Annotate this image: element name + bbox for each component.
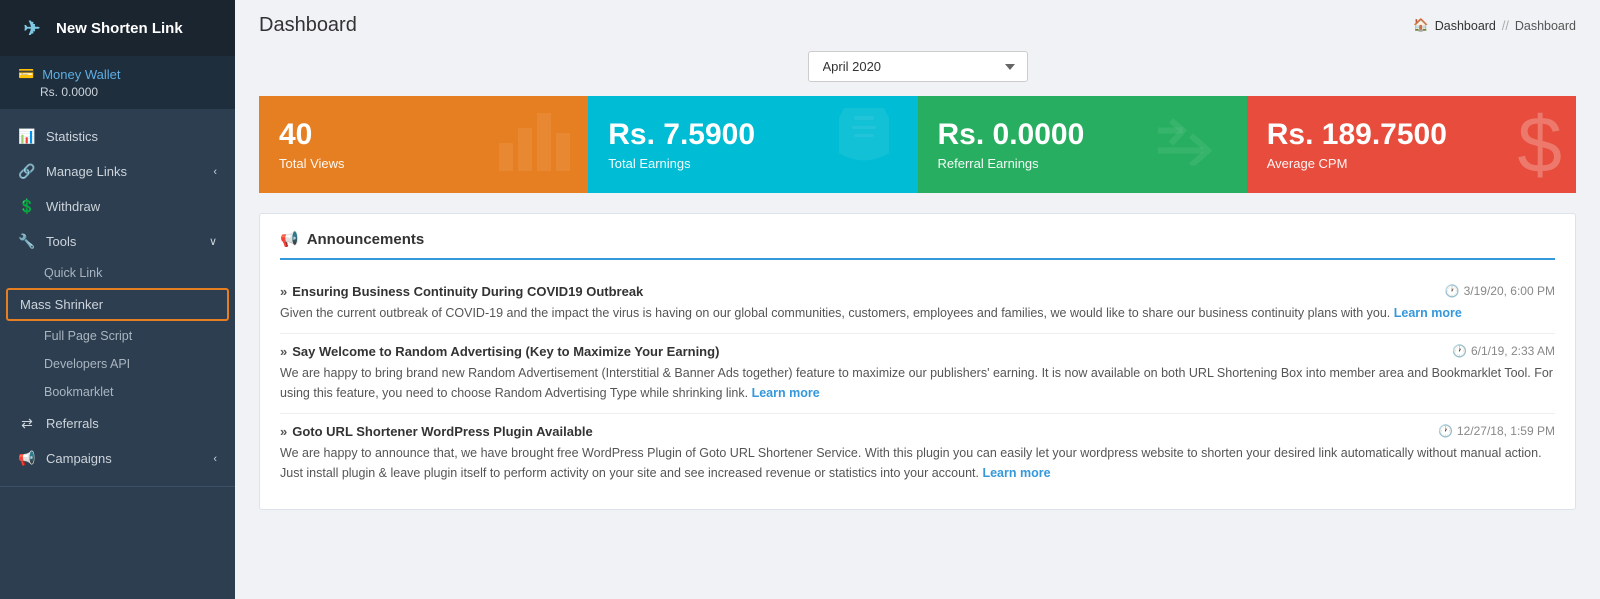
announcement-3-learn-more[interactable]: Learn more <box>982 466 1050 480</box>
announcement-3: Goto URL Shortener WordPress Plugin Avai… <box>280 414 1555 493</box>
sidebar-item-bookmarklet[interactable]: Bookmarklet <box>0 378 235 406</box>
announcements-panel: 📢 Announcements Ensuring Business Contin… <box>259 213 1576 510</box>
announcement-1-body: Given the current outbreak of COVID-19 a… <box>280 304 1555 323</box>
campaigns-icon: 📢 <box>18 450 36 467</box>
stat-card-referral-earnings: Rs. 0.0000 Referral Earnings <box>918 96 1247 193</box>
main-content: Dashboard 🏠 Dashboard // Dashboard Janua… <box>235 0 1600 599</box>
sidebar-item-manage-links[interactable]: 🔗 Manage Links ‹ <box>0 154 235 189</box>
announcement-2: Say Welcome to Random Advertising (Key t… <box>280 334 1555 414</box>
megaphone-icon: 📢 <box>280 230 299 248</box>
tools-icon: 🔧 <box>18 233 36 250</box>
total-views-label: Total Views <box>279 156 345 171</box>
sidebar-item-withdraw[interactable]: 💲 Withdraw <box>0 189 235 224</box>
nav-section: 📊 Statistics 🔗 Manage Links ‹ 💲 Withdraw… <box>0 109 235 487</box>
announcement-1-title: Ensuring Business Continuity During COVI… <box>280 284 643 299</box>
breadcrumb-current: Dashboard <box>1515 19 1576 33</box>
total-views-icon <box>494 103 574 187</box>
total-earnings-label: Total Earnings <box>608 156 755 171</box>
sidebar: ✈ New Shorten Link 💳 Money Wallet Rs. 0.… <box>0 0 235 599</box>
brand-name: New Shorten Link <box>56 20 183 37</box>
stat-card-total-earnings: Rs. 7.5900 Total Earnings <box>588 96 917 193</box>
announcement-1-date: 🕐 3/19/20, 6:00 PM <box>1445 284 1555 298</box>
sidebar-item-mass-shrinker[interactable]: Mass Shrinker <box>6 288 229 321</box>
sidebar-item-developers-api[interactable]: Developers API <box>0 350 235 378</box>
topbar: Dashboard 🏠 Dashboard // Dashboard <box>235 0 1600 45</box>
clock-icon-1: 🕐 <box>1445 284 1460 298</box>
announcement-3-body: We are happy to announce that, we have b… <box>280 444 1555 483</box>
announcement-2-title: Say Welcome to Random Advertising (Key t… <box>280 344 719 359</box>
sidebar-header: ✈ New Shorten Link <box>0 0 235 56</box>
chevron-down-icon: ∨ <box>209 235 217 248</box>
breadcrumb-link[interactable]: Dashboard <box>1435 19 1496 33</box>
sidebar-item-statistics[interactable]: 📊 Statistics <box>0 119 235 154</box>
date-select[interactable]: January 2020 February 2020 March 2020 Ap… <box>808 51 1028 82</box>
announcement-2-body: We are happy to bring brand new Random A… <box>280 364 1555 403</box>
chevron-right-icon-2: ‹ <box>213 453 217 465</box>
sidebar-item-full-page-script[interactable]: Full Page Script <box>0 322 235 350</box>
stats-cards: 40 Total Views Rs. 7.5900 Total Earnings <box>259 96 1576 193</box>
announcement-1-learn-more[interactable]: Learn more <box>1394 306 1462 320</box>
total-views-number: 40 <box>279 118 345 151</box>
referrals-icon: ⇄ <box>18 415 36 432</box>
manage-links-icon: 🔗 <box>18 163 36 180</box>
clock-icon-2: 🕐 <box>1452 344 1467 358</box>
sidebar-item-campaigns[interactable]: 📢 Campaigns ‹ <box>0 441 235 476</box>
chevron-right-icon: ‹ <box>213 166 217 178</box>
wallet-icon: 💳 <box>18 66 34 82</box>
stat-card-average-cpm: Rs. 189.7500 Average CPM $ <box>1247 96 1576 193</box>
date-filter-row: January 2020 February 2020 March 2020 Ap… <box>235 45 1600 96</box>
referral-earnings-icon <box>1153 110 1233 179</box>
page-title: Dashboard <box>259 14 357 37</box>
statistics-icon: 📊 <box>18 128 36 145</box>
sidebar-item-quick-link[interactable]: Quick Link <box>0 259 235 287</box>
wallet-label[interactable]: 💳 Money Wallet <box>18 66 217 82</box>
average-cpm-label: Average CPM <box>1267 156 1447 171</box>
announcements-header: 📢 Announcements <box>280 230 1555 260</box>
withdraw-icon: 💲 <box>18 198 36 215</box>
total-earnings-icon <box>824 98 904 192</box>
announcement-1: Ensuring Business Continuity During COVI… <box>280 274 1555 334</box>
referral-earnings-number: Rs. 0.0000 <box>938 118 1085 151</box>
average-cpm-icon: $ <box>1518 99 1563 191</box>
sidebar-item-tools[interactable]: 🔧 Tools ∨ <box>0 224 235 259</box>
clock-icon-3: 🕐 <box>1438 424 1453 438</box>
average-cpm-number: Rs. 189.7500 <box>1267 118 1447 151</box>
announcement-2-date: 🕐 6/1/19, 2:33 AM <box>1452 344 1555 358</box>
referral-earnings-label: Referral Earnings <box>938 156 1085 171</box>
sidebar-item-referrals[interactable]: ⇄ Referrals <box>0 406 235 441</box>
brand-icon: ✈ <box>18 14 46 42</box>
announcement-3-date: 🕐 12/27/18, 1:59 PM <box>1438 424 1555 438</box>
breadcrumb-home-icon: 🏠 <box>1413 18 1429 33</box>
stat-card-total-views: 40 Total Views <box>259 96 588 193</box>
announcement-2-learn-more[interactable]: Learn more <box>752 386 820 400</box>
announcement-3-title: Goto URL Shortener WordPress Plugin Avai… <box>280 424 593 439</box>
wallet-amount: Rs. 0.0000 <box>18 85 217 99</box>
total-earnings-number: Rs. 7.5900 <box>608 118 755 151</box>
breadcrumb-separator: // <box>1502 19 1509 33</box>
wallet-section: 💳 Money Wallet Rs. 0.0000 <box>0 56 235 109</box>
breadcrumb: 🏠 Dashboard // Dashboard <box>1413 18 1576 33</box>
